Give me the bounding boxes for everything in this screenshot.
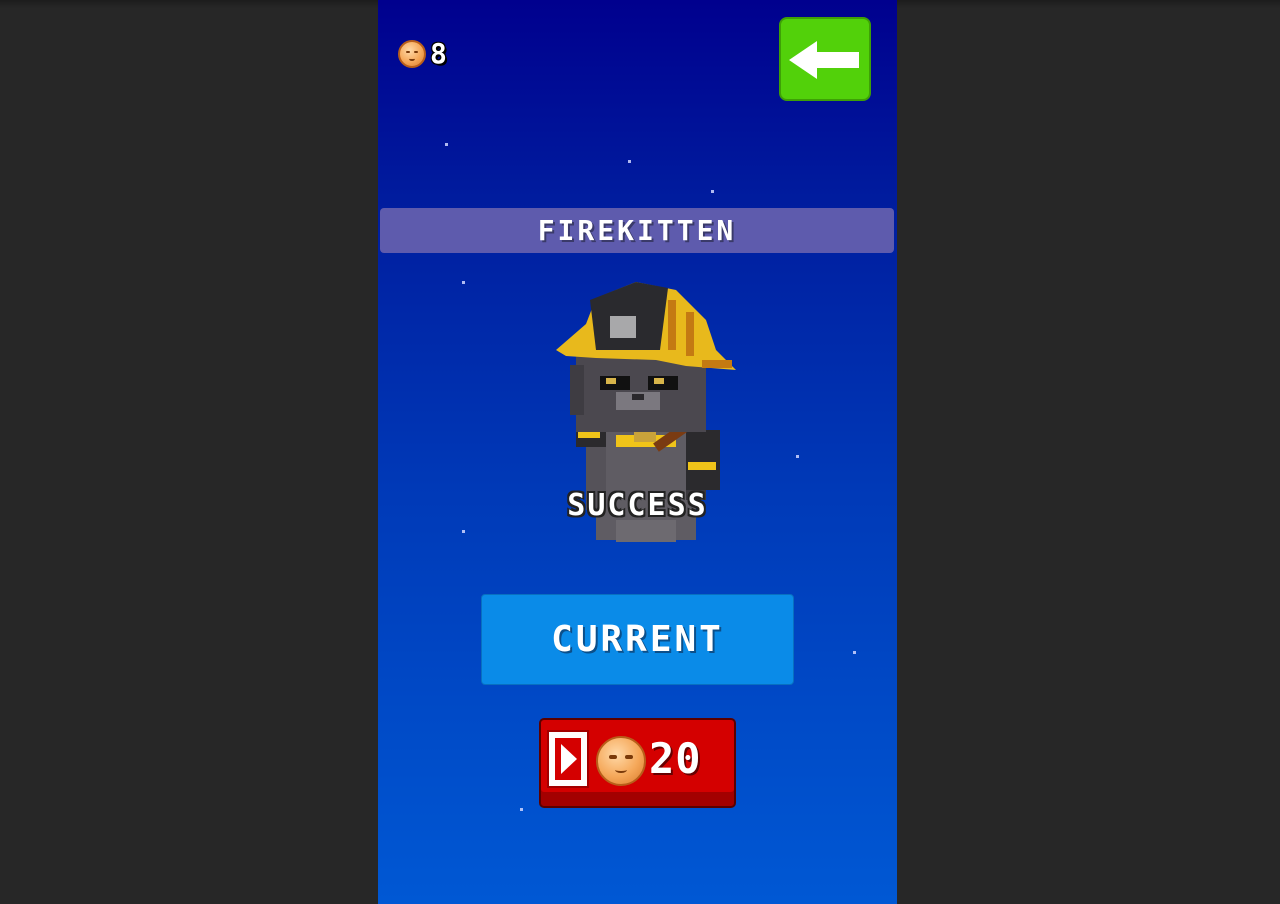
cat-coin-icon [596, 736, 646, 786]
coin-count: 8 [430, 37, 447, 70]
coin-counter: 8 [398, 37, 447, 70]
cat-coin-icon [398, 39, 426, 68]
star [711, 190, 714, 193]
character-name-banner: FIREKITTEN [380, 208, 894, 253]
back-button[interactable] [779, 17, 871, 101]
arrow-left-icon [789, 41, 859, 79]
star [462, 530, 465, 533]
current-button-label: CURRENT [551, 619, 724, 660]
star [462, 281, 465, 284]
watch-video-reward-button[interactable]: 20 [539, 718, 736, 808]
success-status-label: SUCCESS [567, 488, 708, 523]
game-viewport: 8 FIREKITTEN SUCCESS CURRENT 20 [378, 0, 897, 904]
reward-amount: 20 [649, 734, 702, 783]
star [520, 808, 523, 811]
character-name: FIREKITTEN [537, 214, 737, 247]
star [445, 143, 448, 146]
star [796, 455, 799, 458]
current-button[interactable]: CURRENT [481, 594, 794, 685]
video-ad-icon [547, 730, 589, 788]
star [853, 651, 856, 654]
star [628, 160, 631, 163]
